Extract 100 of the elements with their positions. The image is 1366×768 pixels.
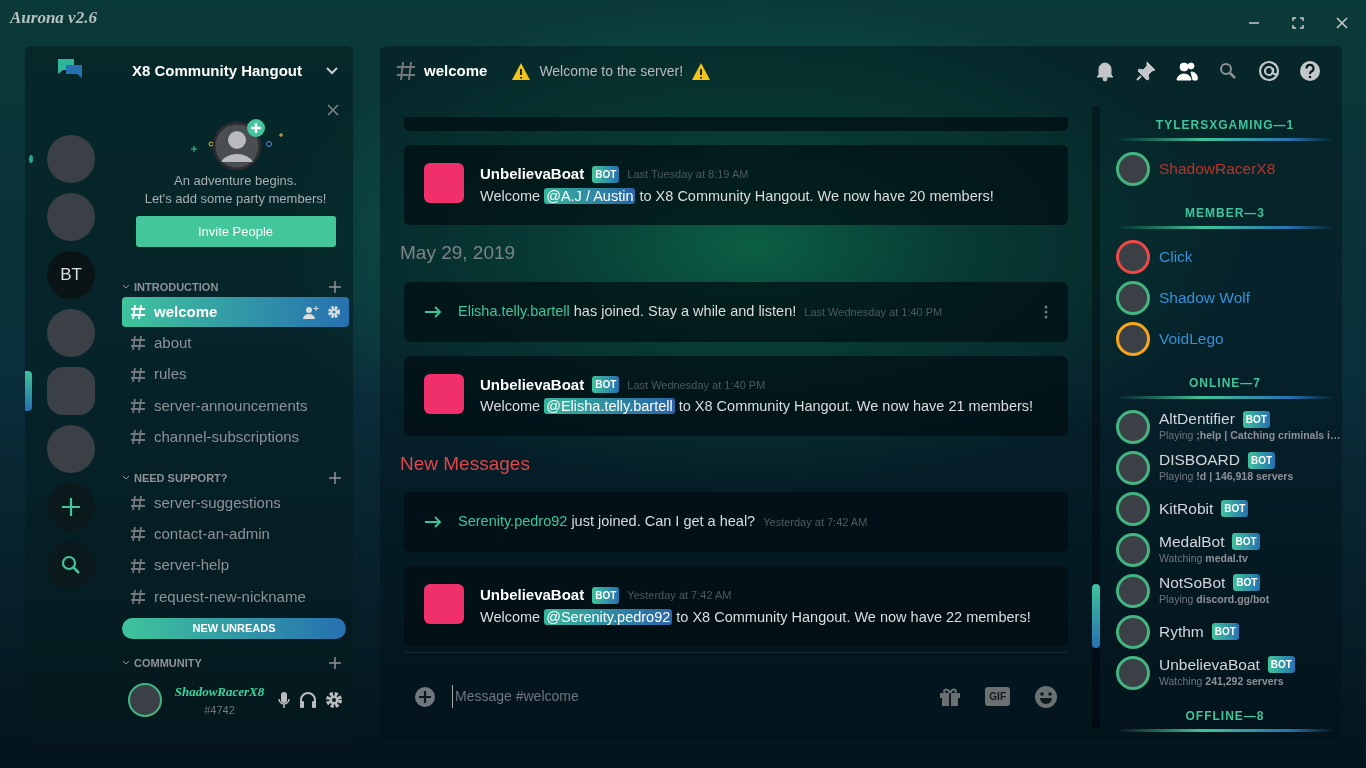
invite-text: An adventure begins. xyxy=(174,172,297,190)
message-timestamp: Last Wednesday at 1:40 PM xyxy=(627,377,766,393)
members-icon xyxy=(1176,60,1198,82)
message-author[interactable]: UnbelievaBoat xyxy=(480,584,585,607)
search-icon xyxy=(60,554,82,576)
hash-icon xyxy=(130,397,146,414)
gift-button[interactable] xyxy=(939,686,962,707)
member-item[interactable]: Shadow Wolf xyxy=(1116,277,1334,319)
category-header[interactable]: NEED SUPPORT? xyxy=(134,469,228,487)
bot-tag: BOT xyxy=(592,376,620,394)
server-button[interactable]: BT xyxy=(47,251,95,299)
message-text: Welcome @Elisha.telly.bartell to X8 Community Hangout. We now have 21 members! xyxy=(480,397,1034,416)
member-activity: Watching 241,292 servers xyxy=(1159,673,1285,689)
mention-icon xyxy=(1258,60,1280,82)
member-name: Rythm xyxy=(1159,622,1204,641)
headphones-icon[interactable] xyxy=(299,691,317,709)
category-header[interactable]: INTRODUCTION xyxy=(134,278,219,296)
add-channel-icon[interactable] xyxy=(329,656,341,669)
member-activity: Watching medal.tv xyxy=(1159,550,1249,566)
bot-tag: BOT xyxy=(1232,533,1260,551)
hash-icon xyxy=(130,429,146,446)
add-user-icon[interactable] xyxy=(303,304,319,319)
member-name: VoidLego xyxy=(1159,330,1224,349)
message-author[interactable]: UnbelievaBoat xyxy=(480,373,585,396)
chevron-down-icon[interactable] xyxy=(325,66,339,76)
bot-tag: BOT xyxy=(1221,500,1249,518)
message-input[interactable]: Message #welcome xyxy=(452,685,924,708)
channel-item[interactable]: server-suggestions xyxy=(122,488,349,518)
user-mention[interactable]: @Elisha.telly.bartell xyxy=(544,398,675,414)
microphone-icon[interactable] xyxy=(277,691,291,709)
member-item[interactable]: UnbelievaBoat BOT Watching 241,292 servers xyxy=(1116,652,1334,693)
gif-button[interactable]: GIF xyxy=(985,687,1010,706)
help-button[interactable] xyxy=(1298,59,1322,83)
bot-tag: BOT xyxy=(1242,410,1270,428)
member-item[interactable]: ShadowRacerX8 xyxy=(1116,149,1334,190)
join-message: Elisha.telly.bartell has joined. Stay a while and listen! xyxy=(458,301,797,321)
gift-icon xyxy=(939,686,962,707)
hash-icon xyxy=(130,335,146,352)
chat-bubbles-icon[interactable] xyxy=(57,58,83,80)
channel-item[interactable]: about xyxy=(122,328,349,358)
member-item[interactable]: VoidLego xyxy=(1116,318,1334,360)
message-timestamp: Yesterday at 7:42 AM xyxy=(763,515,868,530)
hash-icon xyxy=(130,303,146,320)
message-text: Welcome @A.J / Austin to X8 Community Hangout. We now have 20 members! xyxy=(480,186,994,206)
member-group-header: MEMBER—3 xyxy=(1184,204,1266,222)
bot-tag: BOT xyxy=(1267,656,1295,674)
channel-item[interactable]: server-announcements xyxy=(122,391,349,421)
search-button[interactable] xyxy=(47,541,95,589)
add-server-button[interactable] xyxy=(47,483,95,531)
message-author[interactable]: UnbelievaBoat xyxy=(480,163,585,186)
channel-item[interactable]: server-help xyxy=(122,550,349,581)
pin-button[interactable] xyxy=(1134,59,1158,83)
plus-icon xyxy=(414,685,436,708)
member-activity: Playing !d | 146,918 servers xyxy=(1159,469,1294,485)
member-item[interactable]: NotSoBot BOT Playing discord.gg/bot xyxy=(1116,570,1334,612)
username: ShadowRacerX8 xyxy=(174,683,265,701)
server-name[interactable]: X8 Community Hangout xyxy=(132,59,302,83)
message-timestamp: Yesterday at 7:42 AM xyxy=(627,588,732,603)
member-group-header: TYLERSXGAMING—1 xyxy=(1154,117,1296,134)
user-mention[interactable]: @A.J / Austin xyxy=(544,187,636,204)
invite-text: Let's add some party members! xyxy=(144,190,327,208)
member-item[interactable]: Rythm BOT xyxy=(1116,611,1334,653)
member-item[interactable]: Click xyxy=(1116,236,1334,278)
member-name: Shadow Wolf xyxy=(1159,289,1251,308)
more-options-icon[interactable] xyxy=(1044,304,1048,319)
member-item[interactable]: KitRobit BOT xyxy=(1116,488,1334,530)
bot-tag: BOT xyxy=(1233,574,1261,592)
close-icon xyxy=(1336,17,1348,29)
member-name: ShadowRacerX8 xyxy=(1159,160,1276,179)
member-name: DISBOARD xyxy=(1159,451,1240,470)
settings-icon[interactable] xyxy=(325,691,343,709)
mention-button[interactable] xyxy=(1257,59,1281,83)
channel-item[interactable]: request-new-nickname xyxy=(122,582,349,612)
add-channel-icon[interactable] xyxy=(329,281,341,294)
attach-button[interactable] xyxy=(414,685,436,708)
hash-icon xyxy=(130,494,146,511)
warning-icon xyxy=(691,61,712,81)
channel-item[interactable]: channel-subscriptions xyxy=(122,422,349,452)
channel-item[interactable]: contact-an-admin xyxy=(122,519,349,549)
chevron-down-icon[interactable] xyxy=(122,658,130,667)
user-mention[interactable]: @Serenity.pedro92 xyxy=(544,608,673,625)
category-header[interactable]: COMMUNITY xyxy=(134,654,202,672)
new-unreads-button[interactable]: NEW UNREADS xyxy=(122,617,346,639)
maximize-icon xyxy=(1292,17,1304,29)
bot-tag: BOT xyxy=(1211,623,1239,641)
member-item[interactable]: DISBOARD BOT Playing !d | 146,918 servers xyxy=(1116,447,1334,489)
channel-item[interactable]: rules xyxy=(122,359,349,390)
hash-icon xyxy=(130,557,146,574)
members-button[interactable] xyxy=(1175,59,1199,83)
close-icon[interactable] xyxy=(327,104,339,116)
scrollbar-thumb[interactable] xyxy=(1092,584,1100,648)
emoji-button[interactable] xyxy=(1034,684,1058,709)
member-name: MedalBot xyxy=(1159,532,1225,551)
hash-icon xyxy=(130,588,146,605)
hash-icon xyxy=(130,366,146,383)
channel-topic: Welcome to the server! xyxy=(539,61,684,81)
bot-tag: BOT xyxy=(1247,451,1276,469)
member-name: AltDentifier xyxy=(1159,410,1235,429)
member-item[interactable]: MedalBot BOT Watching medal.tv xyxy=(1116,529,1334,571)
add-channel-icon[interactable] xyxy=(329,472,341,485)
